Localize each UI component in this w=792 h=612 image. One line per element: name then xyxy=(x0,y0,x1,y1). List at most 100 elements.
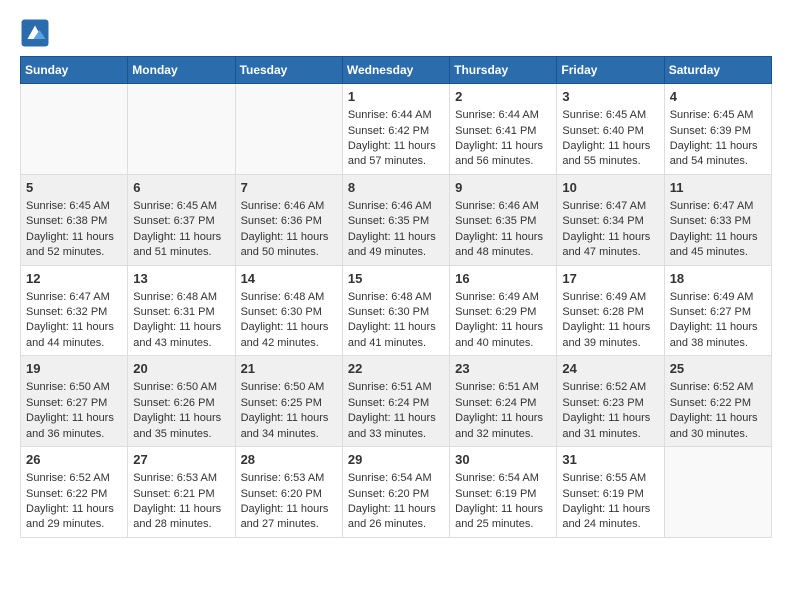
calendar-cell: 31 Sunrise: 6:55 AMSunset: 6:19 PMDayligh… xyxy=(557,447,664,538)
sunset-time: Sunset: 6:31 PM xyxy=(133,305,229,320)
day-header-saturday: Saturday xyxy=(664,57,771,84)
daylight-hours: Daylight: 11 hours and 51 minutes. xyxy=(133,230,229,261)
daylight-hours: Daylight: 11 hours and 52 minutes. xyxy=(26,230,122,261)
calendar-week-4: 19Sunrise: 6:50 AMSunset: 6:27 PMDayligh… xyxy=(21,356,772,447)
day-number: 18 xyxy=(670,270,766,288)
day-number: 3 xyxy=(562,88,658,106)
day-number: 2 xyxy=(455,88,551,106)
calendar-cell: 8Sunrise: 6:46 AMSunset: 6:35 PMDaylight… xyxy=(342,174,449,265)
daylight-hours: Daylight: 11 hours and 44 minutes. xyxy=(26,320,122,351)
calendar-week-3: 12Sunrise: 6:47 AMSunset: 6:32 PMDayligh… xyxy=(21,265,772,356)
calendar-cell: 14Sunrise: 6:48 AMSunset: 6:30 PMDayligh… xyxy=(235,265,342,356)
sunset-time: Sunset: 6:34 PM xyxy=(562,214,658,229)
daylight-hours: Daylight: 11 hours and 40 minutes. xyxy=(455,320,551,351)
day-number: 11 xyxy=(670,179,766,197)
header xyxy=(20,10,772,48)
daylight-hours: Daylight: 11 hours and 24 minutes. xyxy=(562,502,658,533)
calendar-week-5: 26Sunrise: 6:52 AMSunset: 6:22 PMDayligh… xyxy=(21,447,772,538)
calendar-cell: 2Sunrise: 6:44 AMSunset: 6:41 PMDaylight… xyxy=(450,84,557,175)
daylight-hours: Daylight: 11 hours and 45 minutes. xyxy=(670,230,766,261)
calendar-cell: 28Sunrise: 6:53 AMSunset: 6:20 PMDayligh… xyxy=(235,447,342,538)
sunrise-time: Sunrise: 6:45 AM xyxy=(670,108,766,123)
sunset-time: Sunset: 6:27 PM xyxy=(26,396,122,411)
sunset-time: Sunset: 6:32 PM xyxy=(26,305,122,320)
daylight-hours: Daylight: 11 hours and 43 minutes. xyxy=(133,320,229,351)
day-number: 30 xyxy=(455,451,551,469)
sunrise-time: Sunrise: 6:49 AM xyxy=(670,290,766,305)
sunrise-time: Sunrise: 6:51 AM xyxy=(348,380,444,395)
sunset-time: Sunset: 6:35 PM xyxy=(348,214,444,229)
calendar-cell: 25Sunrise: 6:52 AMSunset: 6:22 PMDayligh… xyxy=(664,356,771,447)
day-header-thursday: Thursday xyxy=(450,57,557,84)
sunrise-time: Sunrise: 6:53 AM xyxy=(133,471,229,486)
day-number: 24 xyxy=(562,360,658,378)
daylight-hours: Daylight: 11 hours and 49 minutes. xyxy=(348,230,444,261)
sunset-time: Sunset: 6:37 PM xyxy=(133,214,229,229)
calendar-cell: 13Sunrise: 6:48 AMSunset: 6:31 PMDayligh… xyxy=(128,265,235,356)
calendar-cell: 24 Sunrise: 6:52 AMSunset: 6:23 PMDayligh… xyxy=(557,356,664,447)
sunset-time: Sunset: 6:27 PM xyxy=(670,305,766,320)
day-number: 27 xyxy=(133,451,229,469)
logo xyxy=(20,18,54,48)
calendar-cell: 20Sunrise: 6:50 AMSunset: 6:26 PMDayligh… xyxy=(128,356,235,447)
day-header-wednesday: Wednesday xyxy=(342,57,449,84)
sunrise-time: Sunrise: 6:52 AM xyxy=(562,380,658,395)
sunset-time: Sunset: 6:26 PM xyxy=(133,396,229,411)
daylight-hours: Daylight: 11 hours and 25 minutes. xyxy=(455,502,551,533)
calendar-cell: 29Sunrise: 6:54 AMSunset: 6:20 PMDayligh… xyxy=(342,447,449,538)
calendar-header-row: SundayMondayTuesdayWednesdayThursdayFrid… xyxy=(21,57,772,84)
day-number: 20 xyxy=(133,360,229,378)
sunset-time: Sunset: 6:21 PM xyxy=(133,487,229,502)
sunset-time: Sunset: 6:23 PM xyxy=(562,396,658,411)
day-number: 31 xyxy=(562,451,658,469)
calendar-cell: 17Sunrise: 6:49 AMSunset: 6:28 PMDayligh… xyxy=(557,265,664,356)
sunset-time: Sunset: 6:24 PM xyxy=(348,396,444,411)
day-number: 7 xyxy=(241,179,337,197)
day-header-monday: Monday xyxy=(128,57,235,84)
sunrise-time: Sunrise: 6:46 AM xyxy=(455,199,551,214)
daylight-hours: Daylight: 11 hours and 26 minutes. xyxy=(348,502,444,533)
daylight-hours: Daylight: 11 hours and 55 minutes. xyxy=(562,139,658,170)
day-number: 15 xyxy=(348,270,444,288)
calendar-cell: 4Sunrise: 6:45 AMSunset: 6:39 PMDaylight… xyxy=(664,84,771,175)
daylight-hours: Daylight: 11 hours and 39 minutes. xyxy=(562,320,658,351)
sunset-time: Sunset: 6:35 PM xyxy=(455,214,551,229)
sunset-time: Sunset: 6:22 PM xyxy=(670,396,766,411)
sunrise-time: Sunrise: 6:47 AM xyxy=(670,199,766,214)
sunset-time: Sunset: 6:24 PM xyxy=(455,396,551,411)
sunrise-time: Sunrise: 6:46 AM xyxy=(348,199,444,214)
sunrise-time: Sunrise: 6:54 AM xyxy=(455,471,551,486)
calendar-table: SundayMondayTuesdayWednesdayThursdayFrid… xyxy=(20,56,772,538)
daylight-hours: Daylight: 11 hours and 47 minutes. xyxy=(562,230,658,261)
day-number: 1 xyxy=(348,88,444,106)
sunset-time: Sunset: 6:19 PM xyxy=(562,487,658,502)
calendar-cell xyxy=(235,84,342,175)
daylight-hours: Daylight: 11 hours and 36 minutes. xyxy=(26,411,122,442)
day-number: 6 xyxy=(133,179,229,197)
day-number: 9 xyxy=(455,179,551,197)
sunrise-time: Sunrise: 6:55 AM xyxy=(562,471,658,486)
calendar-cell: 9 Sunrise: 6:46 AMSunset: 6:35 PMDaylight… xyxy=(450,174,557,265)
sunrise-time: Sunrise: 6:47 AM xyxy=(562,199,658,214)
calendar-cell: 27Sunrise: 6:53 AMSunset: 6:21 PMDayligh… xyxy=(128,447,235,538)
sunrise-time: Sunrise: 6:45 AM xyxy=(133,199,229,214)
calendar-cell: 18Sunrise: 6:49 AMSunset: 6:27 PMDayligh… xyxy=(664,265,771,356)
sunset-time: Sunset: 6:20 PM xyxy=(241,487,337,502)
calendar-cell xyxy=(128,84,235,175)
calendar-cell: 11Sunrise: 6:47 AMSunset: 6:33 PMDayligh… xyxy=(664,174,771,265)
day-number: 17 xyxy=(562,270,658,288)
daylight-hours: Daylight: 11 hours and 35 minutes. xyxy=(133,411,229,442)
daylight-hours: Daylight: 11 hours and 48 minutes. xyxy=(455,230,551,261)
calendar-cell: 15Sunrise: 6:48 AMSunset: 6:30 PMDayligh… xyxy=(342,265,449,356)
sunset-time: Sunset: 6:42 PM xyxy=(348,124,444,139)
daylight-hours: Daylight: 11 hours and 54 minutes. xyxy=(670,139,766,170)
day-number: 16 xyxy=(455,270,551,288)
day-number: 28 xyxy=(241,451,337,469)
sunrise-time: Sunrise: 6:51 AM xyxy=(455,380,551,395)
daylight-hours: Daylight: 11 hours and 57 minutes. xyxy=(348,139,444,170)
daylight-hours: Daylight: 11 hours and 31 minutes. xyxy=(562,411,658,442)
day-number: 5 xyxy=(26,179,122,197)
sunrise-time: Sunrise: 6:48 AM xyxy=(133,290,229,305)
calendar-cell: 1Sunrise: 6:44 AMSunset: 6:42 PMDaylight… xyxy=(342,84,449,175)
sunset-time: Sunset: 6:28 PM xyxy=(562,305,658,320)
